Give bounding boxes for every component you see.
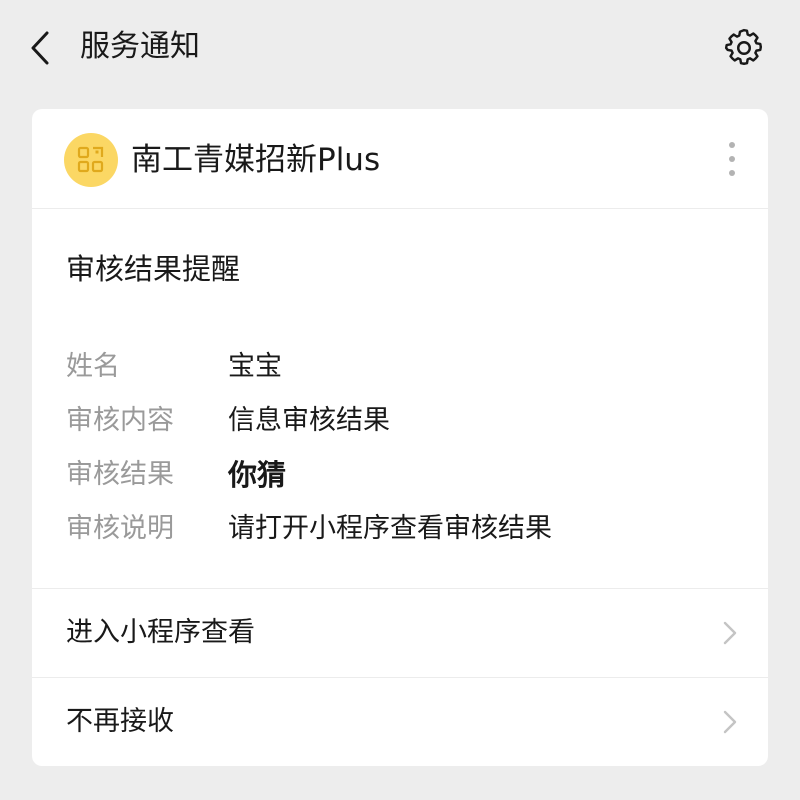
qr-code-icon <box>77 146 104 173</box>
field-value: 信息审核结果 <box>228 405 390 436</box>
chevron-left-icon <box>31 31 49 65</box>
field-row-name: 姓名 宝宝 <box>66 347 746 387</box>
page-title: 服务通知 <box>80 29 200 64</box>
field-label: 审核说明 <box>66 513 174 544</box>
gear-icon <box>724 28 763 65</box>
card-header[interactable]: 南工青媒招新Plus <box>32 109 768 209</box>
mini-program-avatar <box>64 133 118 187</box>
chevron-right-icon <box>723 710 737 734</box>
field-row-description: 审核说明 请打开小程序查看审核结果 <box>66 509 746 549</box>
field-value: 请打开小程序查看审核结果 <box>228 513 552 544</box>
settings-button[interactable] <box>720 24 768 72</box>
open-mini-program-row[interactable]: 进入小程序查看 <box>32 589 768 677</box>
field-label: 审核内容 <box>66 405 174 436</box>
field-value: 你猜 <box>228 458 287 492</box>
mini-program-name: 南工青媒招新Plus <box>131 142 381 178</box>
notice-title: 审核结果提醒 <box>66 252 241 286</box>
chevron-right-icon <box>723 621 737 645</box>
dot <box>729 170 735 176</box>
unsubscribe-row[interactable]: 不再接收 <box>32 678 768 766</box>
dot <box>729 142 735 148</box>
field-row-content: 审核内容 信息审核结果 <box>66 401 746 441</box>
dot <box>729 156 735 162</box>
top-navigation-bar: 服务通知 <box>0 0 800 96</box>
field-value: 宝宝 <box>228 351 282 382</box>
more-vertical-icon[interactable] <box>716 135 748 183</box>
field-row-result: 审核结果 你猜 <box>66 455 746 495</box>
field-label: 姓名 <box>66 351 120 382</box>
field-label: 审核结果 <box>66 459 174 490</box>
back-button[interactable] <box>22 28 58 68</box>
action-label: 进入小程序查看 <box>66 617 255 648</box>
notification-card: 南工青媒招新Plus 审核结果提醒 姓名 宝宝 审核内容 信息审核结果 审核结果… <box>32 109 768 766</box>
action-label: 不再接收 <box>66 706 174 737</box>
